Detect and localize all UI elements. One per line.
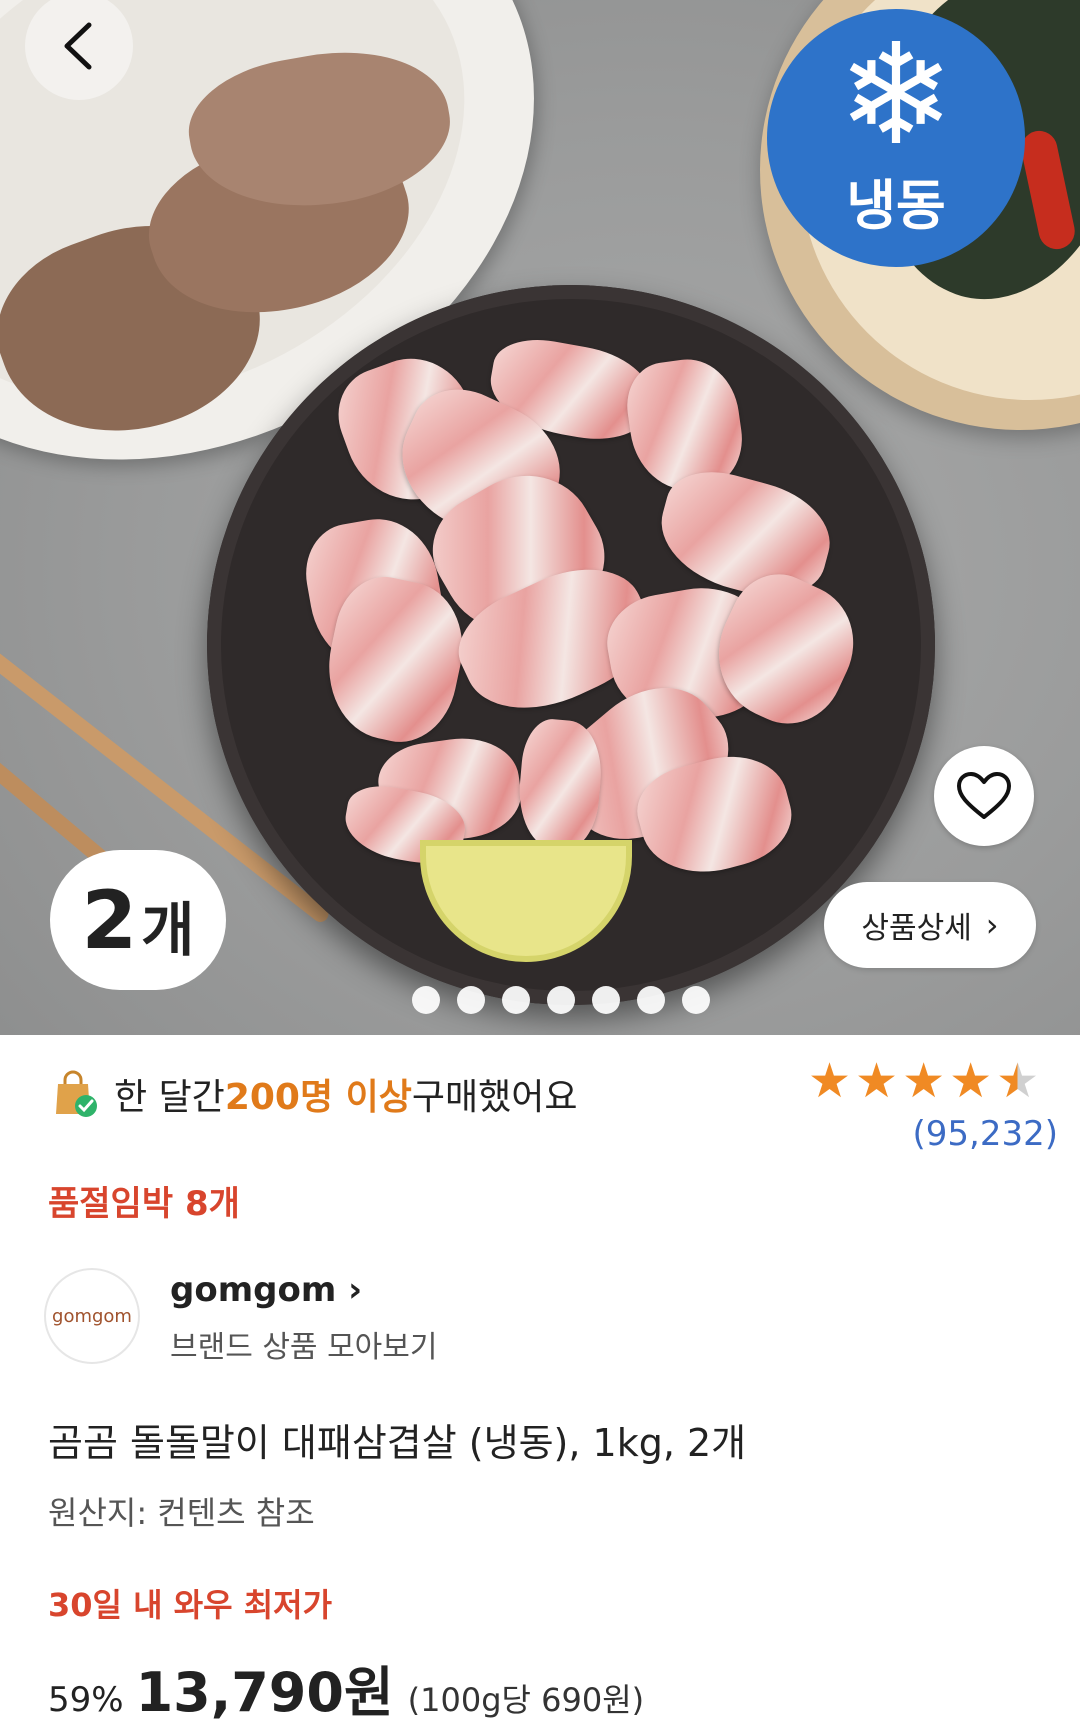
purchase-stat: 한 달간 200명 이상 구매했어요	[48, 1068, 577, 1120]
quantity-value: 2	[81, 873, 138, 967]
quantity-badge: 2개	[50, 850, 226, 990]
heart-icon	[957, 772, 1011, 819]
purchase-prefix: 한 달간	[114, 1077, 225, 1118]
chevron-left-icon	[64, 22, 92, 70]
purchase-suffix: 구매했어요	[411, 1077, 578, 1118]
review-count[interactable]: (95,232)	[808, 1114, 1059, 1154]
pager-dot[interactable]	[592, 986, 620, 1014]
quantity-unit: 개	[141, 896, 195, 964]
purchase-highlight: 200명 이상	[224, 1077, 412, 1118]
brand-link[interactable]: gomgom ›	[170, 1270, 362, 1310]
brand-logo-text: gomgom	[52, 1305, 132, 1327]
product-image-carousel[interactable]: ❄ 냉동 2개 상품상세 ›	[0, 0, 1080, 1035]
half-star-icon: ★	[996, 1053, 1040, 1109]
star-icon: ★	[855, 1053, 899, 1109]
product-detail-button[interactable]: 상품상세 ›	[824, 882, 1036, 968]
lowest-price-label: 30일 내 와우 최저가	[48, 1586, 333, 1624]
product-detail-label: 상품상세	[861, 911, 972, 946]
brand-subtitle[interactable]: 브랜드 상품 모아보기	[170, 1322, 437, 1366]
pager-dot[interactable]	[547, 986, 575, 1014]
sale-price: 13,790원	[135, 1661, 394, 1724]
star-icon: ★	[902, 1053, 946, 1109]
price-row: 59% 13,790원 (100g당 690원)	[48, 1648, 644, 1727]
chevron-right-icon: ›	[985, 906, 999, 944]
unit-price: (100g당 690원)	[407, 1681, 645, 1719]
pager-dot[interactable]	[412, 986, 440, 1014]
chevron-right-icon: ›	[336, 1270, 363, 1310]
wishlist-button[interactable]	[934, 746, 1034, 846]
shopping-bag-icon	[48, 1068, 100, 1120]
star-rating: ★ ★ ★ ★ ★	[808, 1056, 1058, 1106]
pager-dot[interactable]	[637, 986, 665, 1014]
star-icon: ★	[949, 1053, 993, 1109]
star-icon: ★	[808, 1053, 852, 1109]
pager-dot[interactable]	[502, 986, 530, 1014]
frozen-badge-label: 냉동	[846, 174, 946, 237]
pager-dot[interactable]	[457, 986, 485, 1014]
product-origin: 원산지: 컨텐츠 참조	[48, 1494, 315, 1532]
brand-name: gomgom	[170, 1270, 337, 1310]
rating[interactable]: ★ ★ ★ ★ ★ (95,232)	[808, 1056, 1058, 1154]
carousel-pager	[412, 986, 710, 1014]
discount-rate: 59%	[48, 1680, 124, 1720]
stock-warning: 품절임박 8개	[48, 1184, 240, 1224]
product-title: 곰곰 돌돌말이 대패삼겹살 (냉동), 1kg, 2개	[48, 1421, 747, 1465]
brand-logo[interactable]: gomgom	[44, 1268, 140, 1364]
pager-dot[interactable]	[682, 986, 710, 1014]
frozen-badge: ❄ 냉동	[767, 9, 1025, 267]
snowflake-icon: ❄	[837, 14, 955, 177]
